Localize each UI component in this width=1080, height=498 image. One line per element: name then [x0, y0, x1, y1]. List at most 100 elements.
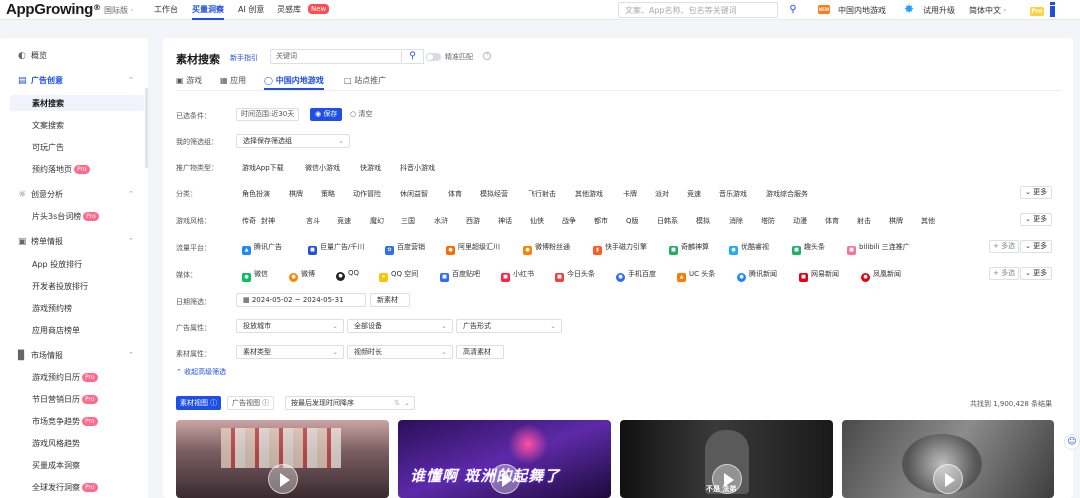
style-chip[interactable]: 神话 [498, 216, 512, 226]
style-chip[interactable]: 模拟 [696, 216, 710, 226]
style-chip[interactable]: Q版 [626, 216, 639, 226]
search-icon[interactable]: ⚲ [780, 2, 806, 18]
ad-view-button[interactable]: 广告视图 ⓘ [227, 396, 275, 410]
exact-match-toggle[interactable] [426, 53, 441, 61]
media-tencent-news[interactable]: ● 腾讯新闻 [737, 269, 777, 282]
help-icon[interactable]: ? [483, 52, 491, 60]
play-icon[interactable] [267, 464, 298, 494]
sidebar-group-ad-creative[interactable]: ▤ 广告创意 [18, 75, 63, 86]
sidebar-item-style-trend[interactable]: 游戏风格趋势 [32, 438, 80, 449]
top-search-input[interactable]: 文案、App名称、包名等关键词 [618, 2, 778, 18]
category-chip[interactable]: 休闲益智 [400, 189, 428, 199]
city-select[interactable]: 投放城市 ⌄ [236, 319, 344, 333]
guide-link[interactable]: 新手指引 [230, 53, 258, 63]
media-xiaohongshu[interactable]: ■ 小红书 [501, 269, 534, 282]
platform-weibo[interactable]: ● 微博粉丝通 [523, 242, 570, 255]
promo-chip[interactable]: 快游戏 [360, 163, 381, 173]
material-card[interactable] [176, 420, 389, 498]
upgrade-link[interactable]: 试用升级 [923, 5, 955, 16]
style-chip[interactable]: 西游 [466, 216, 480, 226]
my-group-select[interactable]: 选择保存筛选组 ⌄ [236, 134, 350, 148]
media-tieba[interactable]: ■ 百度贴吧 [440, 269, 480, 282]
media-qzone[interactable]: ★ QQ 空间 [379, 269, 418, 282]
media-multi-select[interactable]: + 多选 [989, 267, 1020, 280]
sidebar-item-global-publish[interactable]: 全球发行洞察 Pro [32, 482, 98, 493]
material-card[interactable]: 不是 法弟 [620, 420, 833, 498]
promo-chip[interactable]: 游戏App下载 [242, 163, 284, 173]
region-switch[interactable]: 中国内地游戏 [838, 5, 886, 16]
sidebar-item-developer-ranking[interactable]: 开发者投放排行 [32, 281, 88, 292]
category-chip[interactable]: 派对 [655, 189, 669, 199]
save-button[interactable]: ◉ 保存 [310, 108, 343, 121]
new-material-checkbox[interactable]: 新素材 [370, 293, 410, 307]
sidebar-item-copy-search[interactable]: 文案搜索 [32, 120, 64, 131]
style-chip[interactable]: 射击 [857, 216, 871, 226]
chevron-up-icon[interactable]: ⌃ [128, 351, 134, 359]
app-logo[interactable]: AppGrowing [6, 1, 93, 18]
sidebar-group-creative-analysis[interactable]: ☼ 创意分析 [18, 189, 63, 200]
material-view-button[interactable]: 素材视图 ⓘ [176, 396, 222, 410]
selected-chip-time[interactable]: 时间范围:近30天 [236, 108, 300, 121]
category-more-button[interactable]: ⌄ 更多 [1020, 186, 1053, 199]
style-chip[interactable]: 体育 [825, 216, 839, 226]
style-chip[interactable]: 仙侠 [530, 216, 544, 226]
sidebar-item-opening-lines[interactable]: 片头3s台词榜 Pro [32, 211, 99, 222]
sidebar-item-app-ranking[interactable]: App 投放排行 [32, 259, 82, 270]
platform-baidu[interactable]: ✿ 百度营销 [385, 242, 425, 255]
style-chip[interactable]: 都市 [594, 216, 608, 226]
ad-format-select[interactable]: 广告形式 ⌄ [456, 319, 562, 333]
tab-china-games[interactable]: ◯ 中国内地游戏 [264, 75, 324, 90]
sidebar-item-playable-ads[interactable]: 可玩广告 [32, 142, 64, 153]
sidebar-item-material-search[interactable]: 素材搜索 [32, 98, 64, 109]
media-weibo[interactable]: ● 微博 [289, 269, 315, 282]
style-chip[interactable]: 传奇 [242, 216, 256, 226]
media-netease-news[interactable]: ■ 网易新闻 [799, 269, 839, 282]
category-chip[interactable]: 卡牌 [623, 189, 637, 199]
material-type-select[interactable]: 素材类型 ⌄ [236, 345, 344, 359]
media-mobile-baidu[interactable]: ● 手机百度 [616, 269, 656, 282]
style-more-button[interactable]: ⌄ 更多 [1020, 213, 1053, 226]
style-chip[interactable]: 言斗 [306, 216, 320, 226]
platform-tencent[interactable]: ▲ 腾讯广告 [242, 242, 282, 255]
category-chip[interactable]: 模拟经营 [480, 189, 508, 199]
material-card[interactable] [842, 420, 1054, 498]
sidebar-scrollbar[interactable] [145, 88, 148, 168]
category-chip[interactable]: 游戏综合服务 [766, 189, 808, 199]
sidebar-group-market[interactable]: ▉ 市场情报 [18, 350, 63, 361]
date-range-picker[interactable]: ▦ 2024-05-02 ~ 2024-05-31 [236, 293, 366, 307]
chat-icon[interactable]: ☺ [1064, 434, 1080, 450]
style-chip[interactable]: 日韩系 [657, 216, 678, 226]
nav-workbench[interactable]: 工作台 [154, 4, 178, 15]
platform-multi-select[interactable]: + 多选 [989, 240, 1020, 253]
clear-button[interactable]: ○ 清空 [350, 109, 372, 119]
search-icon[interactable]: ⚲ [402, 49, 424, 64]
style-chip[interactable]: 三国 [401, 216, 415, 226]
category-chip[interactable]: 棋牌 [289, 189, 303, 199]
style-chip[interactable]: 塔防 [761, 216, 775, 226]
style-chip[interactable]: 棋牌 [889, 216, 903, 226]
sidebar-item-booking-calendar[interactable]: 游戏预约日历 Pro [32, 372, 98, 383]
play-icon[interactable] [933, 464, 963, 494]
user-icon[interactable] [1050, 2, 1055, 18]
platform-ocean[interactable]: ■ 巨量广告/千川 [308, 242, 364, 255]
device-select[interactable]: 全部设备 ⌄ [347, 319, 453, 333]
duration-select[interactable]: 视频时长 ⌄ [347, 345, 453, 359]
chevron-up-icon[interactable]: ⌃ [128, 237, 134, 245]
promo-chip[interactable]: 微信小游戏 [305, 163, 340, 173]
style-chip[interactable]: 水浒 [434, 216, 448, 226]
category-chip[interactable]: 策略 [321, 189, 335, 199]
platform-alibaba[interactable]: ● 阿里超级汇川 [446, 242, 500, 255]
keyword-input[interactable]: 关键词 [270, 49, 402, 64]
material-card[interactable]: 谁懂啊 斑洲的起舞了 [398, 420, 611, 498]
media-wechat[interactable]: ● 微信 [242, 269, 268, 282]
category-chip[interactable]: 音乐游戏 [719, 189, 747, 199]
media-more-button[interactable]: ⌄ 更多 [1020, 267, 1053, 280]
sidebar-item-game-booking[interactable]: 游戏预约榜 [32, 303, 72, 314]
platform-youku[interactable]: ● 优酷睿视 [729, 242, 769, 255]
tab-apps[interactable]: ▦ 应用 [220, 75, 246, 86]
platform-bilibili[interactable]: ■ bilibili 三连推广 [847, 242, 910, 255]
style-chip[interactable]: 消除 [729, 216, 743, 226]
hd-material-checkbox[interactable]: 高清素材 [456, 345, 504, 359]
nav-ad-insight[interactable]: 买量洞察 [192, 4, 224, 20]
platform-more-button[interactable]: ⌄ 更多 [1020, 240, 1053, 253]
